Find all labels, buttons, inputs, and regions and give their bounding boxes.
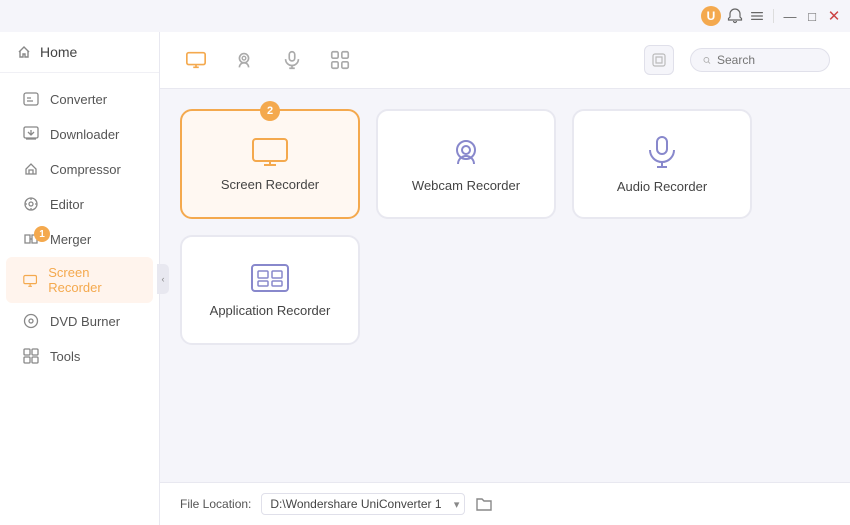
main-content: 2 Screen Recorder Webcam Recorder [160, 32, 850, 525]
home-label: Home [40, 44, 77, 60]
sidebar-item-downloader[interactable]: Downloader [6, 117, 153, 151]
sidebar-item-label: Editor [50, 197, 84, 212]
sidebar-item-screen-recorder[interactable]: Screen Recorder [6, 257, 153, 303]
card-badge: 2 [260, 101, 280, 121]
card-application-recorder[interactable]: Application Recorder [180, 235, 360, 345]
divider [773, 9, 774, 23]
sidebar-item-compressor[interactable]: Compressor [6, 152, 153, 186]
webcam-recorder-card-icon [448, 136, 484, 168]
maximize-button[interactable]: □ [804, 8, 820, 24]
card-label: Webcam Recorder [412, 178, 520, 193]
cards-row-1: 2 Screen Recorder Webcam Recorder [180, 109, 830, 219]
sidebar-item-label: Tools [50, 349, 80, 364]
toolbar-apps-icon[interactable] [324, 44, 356, 76]
add-button[interactable] [644, 45, 674, 75]
audio-recorder-card-icon [644, 135, 680, 169]
card-audio-recorder[interactable]: Audio Recorder [572, 109, 752, 219]
sidebar: Home Converter Downloader [0, 32, 160, 525]
cards-area: 2 Screen Recorder Webcam Recorder [160, 89, 850, 482]
toolbar [160, 32, 850, 89]
sidebar-item-label: Converter [50, 92, 107, 107]
card-label: Screen Recorder [221, 177, 319, 192]
file-location-label: File Location: [180, 497, 251, 511]
file-location-bar: File Location: D:\Wondershare UniConvert… [160, 482, 850, 525]
sidebar-item-editor[interactable]: Editor [6, 187, 153, 221]
home-button[interactable]: Home [0, 32, 159, 73]
sidebar-item-dvd-burner[interactable]: DVD Burner [6, 304, 153, 338]
application-recorder-card-icon [250, 263, 290, 293]
sidebar-item-merger[interactable]: Merger 1 [6, 222, 153, 256]
sidebar-item-label: Downloader [50, 127, 119, 142]
sidebar-collapse-button[interactable]: ‹ [157, 264, 169, 294]
card-label: Application Recorder [210, 303, 331, 318]
title-bar: U — □ ✕ [0, 0, 850, 32]
sidebar-nav: Converter Downloader Compressor [0, 73, 159, 525]
card-screen-recorder[interactable]: 2 Screen Recorder [180, 109, 360, 219]
screen-recorder-card-icon [251, 137, 289, 167]
sidebar-item-tools[interactable]: Tools [6, 339, 153, 373]
sidebar-item-converter[interactable]: Converter [6, 82, 153, 116]
sidebar-item-label: DVD Burner [50, 314, 120, 329]
search-input[interactable] [717, 53, 817, 67]
card-webcam-recorder[interactable]: Webcam Recorder [376, 109, 556, 219]
toolbar-audio-icon[interactable] [276, 44, 308, 76]
toolbar-screen-icon[interactable] [180, 44, 212, 76]
folder-icon [475, 496, 493, 512]
close-button[interactable]: ✕ [826, 8, 842, 24]
search-bar [690, 48, 830, 72]
folder-browse-button[interactable] [475, 496, 493, 512]
app-body: Home Converter Downloader [0, 32, 850, 525]
card-label: Audio Recorder [617, 179, 707, 194]
notification-button[interactable] [727, 8, 743, 24]
toolbar-webcam-icon[interactable] [228, 44, 260, 76]
cards-row-2: Application Recorder [180, 235, 830, 345]
file-location-select[interactable]: D:\Wondershare UniConverter 1 [261, 493, 465, 515]
search-icon [703, 54, 711, 67]
user-avatar[interactable]: U [701, 6, 721, 26]
sidebar-item-label: Screen Recorder [48, 265, 137, 295]
minimize-button[interactable]: — [782, 8, 798, 24]
menu-button[interactable] [749, 8, 765, 24]
merger-badge: 1 [34, 226, 50, 242]
sidebar-item-label: Compressor [50, 162, 121, 177]
sidebar-item-label: Merger [50, 232, 91, 247]
file-location-select-wrapper: D:\Wondershare UniConverter 1 [261, 493, 465, 515]
